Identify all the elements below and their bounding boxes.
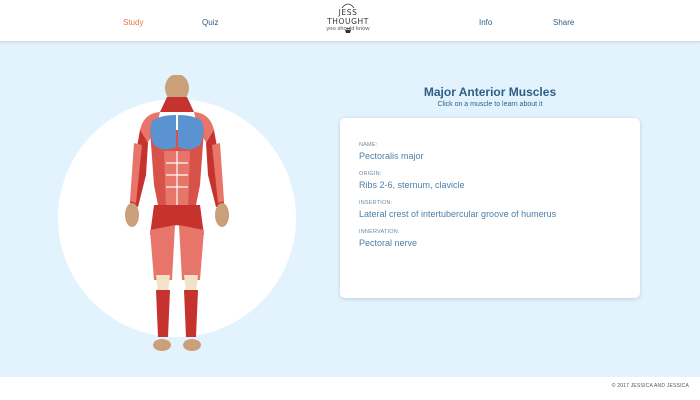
insertion-value: Lateral crest of intertubercular groove …	[359, 209, 557, 219]
nav-info-link[interactable]: Info	[479, 18, 492, 27]
right-calf-muscles[interactable]	[184, 290, 198, 337]
footer: © 2017 JESSICA AND JESSICA	[0, 377, 700, 400]
origin-label: ORIGIN:	[359, 171, 382, 177]
lightbulb-icon	[341, 3, 355, 33]
name-label: NAME:	[359, 142, 378, 148]
left-hand	[125, 203, 139, 227]
right-foot	[183, 339, 201, 351]
logo[interactable]: JESS THOUGHT you should know	[318, 3, 378, 40]
anatomy-figure	[125, 75, 229, 351]
top-navbar: Study Quiz JESS THOUGHT you should know …	[0, 0, 700, 42]
origin-value: Ribs 2-6, sternum, clavicle	[359, 180, 465, 190]
trapezius-muscle[interactable]	[160, 97, 194, 112]
name-value: Pectoralis major	[359, 151, 424, 161]
muscle-details-card: NAME: Pectoralis major ORIGIN: Ribs 2-6,…	[340, 118, 640, 298]
instruction-text: Click on a muscle to learn about it	[437, 101, 543, 108]
right-thigh-muscles[interactable]	[179, 225, 204, 280]
left-pectoralis-major-muscle[interactable]	[150, 115, 176, 150]
insertion-label: INSERTION:	[359, 200, 393, 206]
page-title: Major Anterior Muscles	[423, 85, 557, 99]
copyright-text: © 2017 JESSICA AND JESSICA	[611, 383, 689, 389]
nav-study-link[interactable]: Study	[123, 18, 143, 27]
right-hand	[215, 203, 229, 227]
innervation-value: Pectoral nerve	[359, 238, 418, 248]
left-thigh-muscles[interactable]	[150, 225, 175, 280]
innervation-label: INNERVATION:	[359, 229, 400, 235]
nav-share-link[interactable]: Share	[553, 18, 574, 27]
right-pectoralis-major-muscle[interactable]	[178, 115, 204, 150]
main-content: Major Anterior Muscles Click on a muscle…	[0, 42, 700, 377]
nav-quiz-link[interactable]: Quiz	[202, 18, 218, 27]
left-calf-muscles[interactable]	[156, 290, 170, 337]
left-foot	[153, 339, 171, 351]
